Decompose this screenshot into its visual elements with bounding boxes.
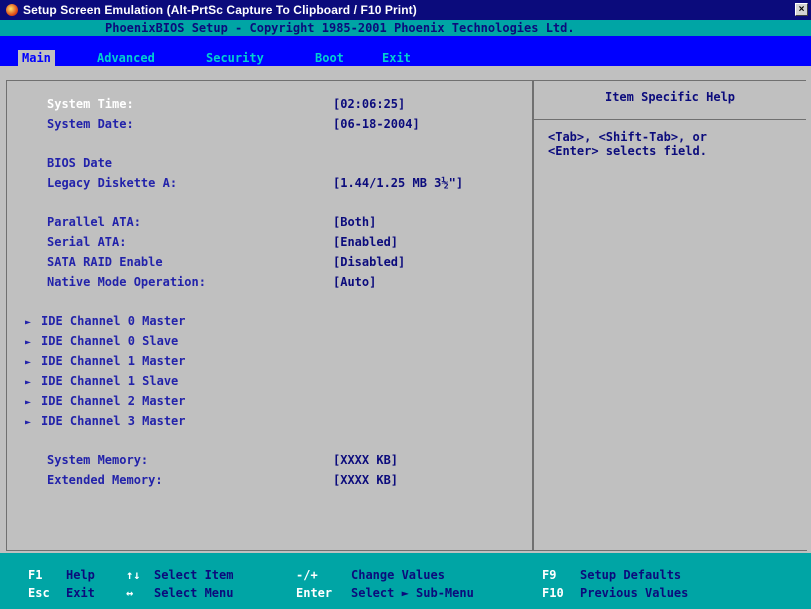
extended-memory-row: Extended Memory: [47,471,163,489]
legacy-diskette-row[interactable]: Legacy Diskette A: [47,174,177,192]
plus-minus-key: -/+ [296,568,318,582]
system-memory-label: System Memory: [47,453,149,467]
submenu-label: IDE Channel 0 Slave [41,334,179,348]
bios-date-row: BIOS Date [47,154,112,172]
extended-memory-label: Extended Memory: [47,473,163,487]
system-time-value[interactable]: [02:06:25] [333,95,405,113]
submenu-item[interactable]: ► IDE Channel 1 Slave [25,372,178,390]
settings-panel: System Time: [02:06:25] System Date: [06… [6,80,533,550]
f1-description: Help [66,568,95,582]
esc-key: Esc [28,586,50,600]
menu-security[interactable]: Security [202,50,268,66]
submenu-item[interactable]: ► IDE Channel 3 Master [25,412,186,430]
menu-main[interactable]: Main [18,50,55,66]
serial-ata-label: Serial ATA: [47,235,127,249]
system-date-label: System Date: [47,117,134,131]
triangle-right-icon: ► [25,357,32,368]
menu-boot[interactable]: Boot [311,50,348,66]
triangle-right-icon: ► [25,417,32,428]
system-date-value[interactable]: [06-18-2004] [333,115,420,133]
left-right-arrows-icon: ↔ [126,586,134,600]
extended-memory-value: [XXXX KB] [333,473,399,487]
serial-ata-row[interactable]: Serial ATA: [47,233,126,251]
submenu-label: IDE Channel 1 Master [41,354,186,368]
setup-app-icon [6,4,18,16]
copyright-text: PhoenixBIOS Setup - Copyright 1985-2001 … [105,21,575,35]
submenu-label: IDE Channel 1 Slave [41,374,179,388]
copyright-bar: PhoenixBIOS Setup - Copyright 1985-2001 … [0,20,811,36]
native-mode-row[interactable]: Native Mode Operation: [47,273,206,291]
submenu-label: IDE Channel 3 Master [41,414,186,428]
submenu-label: IDE Channel 0 Master [41,314,186,328]
plusminus-description: Change Values [351,568,445,582]
key-legend-bar: F1 Help ↑↓ Select Item -/+ Change Values… [0,553,811,609]
f10-description: Previous Values [580,586,689,600]
parallel-ata-label: Parallel ATA: [47,215,141,229]
bios-date-label: BIOS Date [47,156,113,170]
native-mode-value[interactable]: [Auto] [333,273,376,291]
submenu-label: IDE Channel 2 Master [41,394,186,408]
serial-ata-value[interactable]: [Enabled] [333,233,398,251]
triangle-right-icon: ► [25,397,32,408]
parallel-ata-row[interactable]: Parallel ATA: [47,213,141,231]
parallel-ata-value[interactable]: [Both] [333,213,376,231]
f1-key: F1 [28,568,43,582]
system-date-row[interactable]: System Date: [47,115,134,133]
legacy-diskette-label: Legacy Diskette A: [47,176,178,190]
title-bar: Setup Screen Emulation (Alt-PrtSc Captur… [0,0,811,20]
up-down-arrows-icon: ↑↓ [126,568,141,582]
enter-description: Select ► Sub-Menu [351,586,474,600]
menu-bar: Main Advanced Security Boot Exit [0,36,811,66]
system-time-row[interactable]: System Time: [47,95,134,113]
sata-raid-row[interactable]: SATA RAID Enable [47,253,163,271]
triangle-right-icon: ► [25,317,32,328]
main-area: System Time: [02:06:25] System Date: [06… [6,66,807,551]
updown-description: Select Item [154,568,234,582]
esc-description: Exit [66,586,95,600]
close-button[interactable]: × [795,3,808,16]
triangle-right-icon: ► [25,337,32,348]
sata-raid-value[interactable]: [Disabled] [333,253,405,271]
submenu-item[interactable]: ► IDE Channel 0 Master [25,312,186,330]
native-mode-label: Native Mode Operation: [47,275,206,289]
triangle-right-icon: ► [25,377,32,388]
sata-raid-label: SATA RAID Enable [47,255,163,269]
window-title: Setup Screen Emulation (Alt-PrtSc Captur… [23,3,417,17]
menu-advanced[interactable]: Advanced [93,50,159,66]
help-title: Item Specific Help [534,80,806,120]
legacy-diskette-value[interactable]: [1.44/1.25 MB 3½"] [333,174,463,192]
submenu-item[interactable]: ► IDE Channel 0 Slave [25,332,178,350]
help-text: <Tab>, <Shift-Tab>, or <Enter> selects f… [548,130,707,158]
bios-setup-window: Setup Screen Emulation (Alt-PrtSc Captur… [0,0,811,609]
submenu-item[interactable]: ► IDE Channel 1 Master [25,352,186,370]
system-time-label: System Time: [47,97,134,111]
enter-key: Enter [296,586,333,600]
f9-description: Setup Defaults [580,568,682,582]
leftright-description: Select Menu [154,586,234,600]
help-panel: Item Specific Help <Tab>, <Shift-Tab>, o… [534,80,806,550]
f9-key: F9 [542,568,557,582]
system-memory-value: [XXXX KB] [333,453,399,467]
submenu-item[interactable]: ► IDE Channel 2 Master [25,392,186,410]
system-memory-row: System Memory: [47,451,148,469]
f10-key: F10 [542,586,564,600]
menu-exit[interactable]: Exit [378,50,415,66]
